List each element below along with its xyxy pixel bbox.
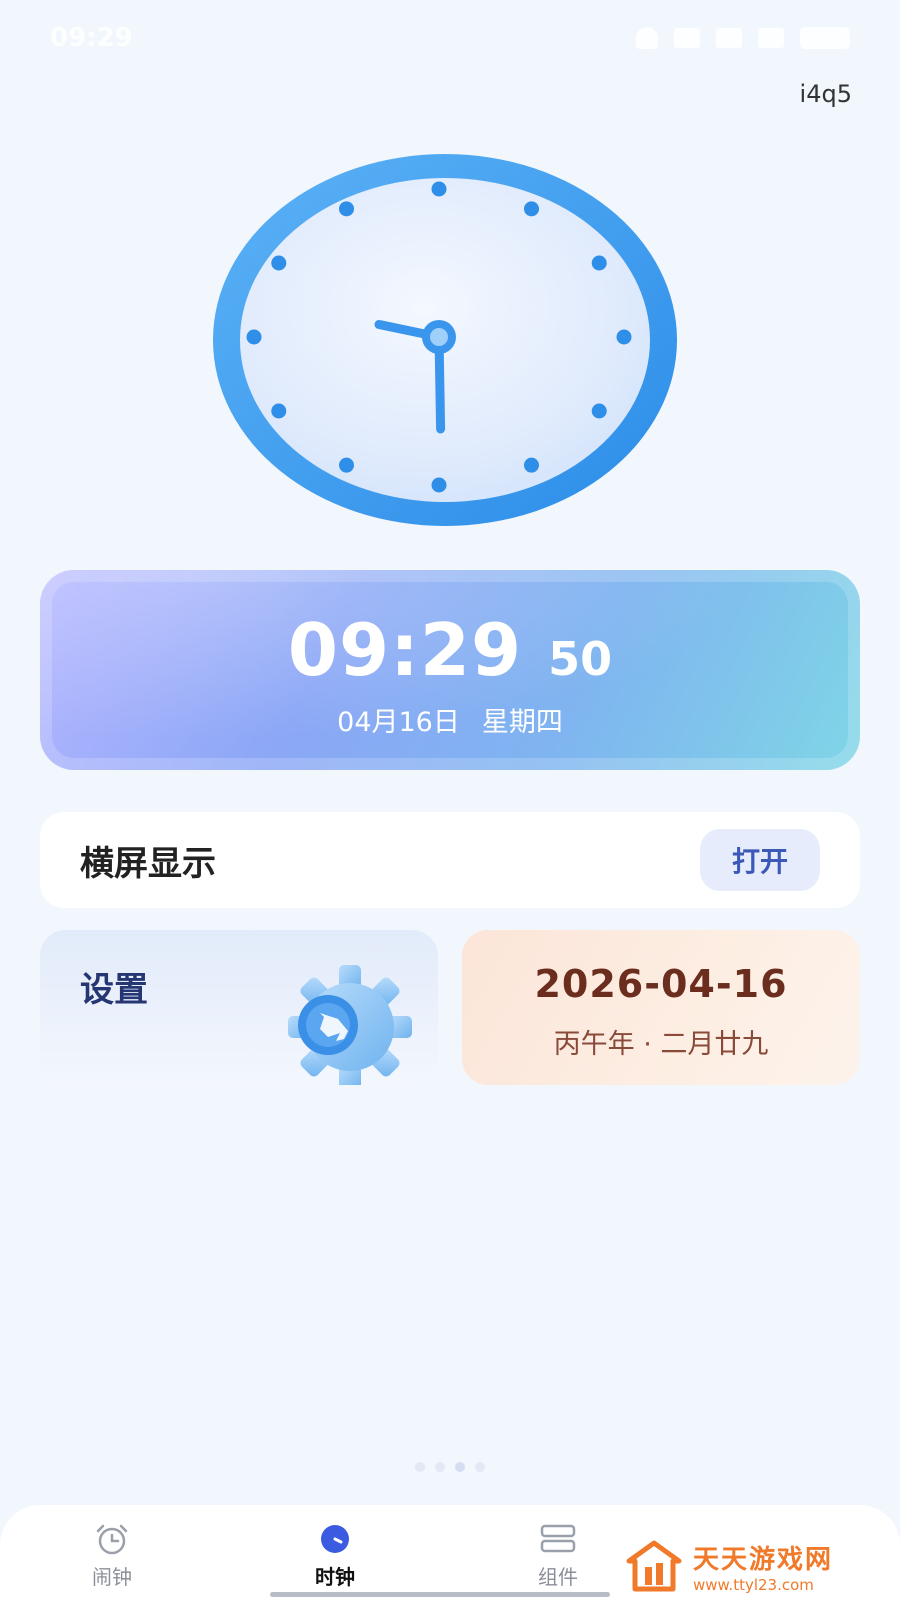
page-indicator xyxy=(0,1462,900,1472)
cellular-signal-icon xyxy=(716,28,742,48)
clock-icon xyxy=(315,1523,355,1555)
status-time: 09:29 xyxy=(50,23,133,53)
page-dot-active xyxy=(455,1462,465,1472)
landscape-display-row: 横屏显示 打开 xyxy=(40,812,860,908)
date-text: 04月16日 xyxy=(337,707,460,738)
battery-icon xyxy=(800,27,850,49)
settings-label: 设置 xyxy=(80,970,148,1010)
notification-icon xyxy=(636,27,658,49)
hour-marker xyxy=(524,457,539,473)
hour-marker xyxy=(616,329,632,345)
tab-clock-label: 时钟 xyxy=(315,1565,355,1589)
date-row: 04月16日 星期四 xyxy=(40,700,860,739)
tab-alarm[interactable]: 闹钟 xyxy=(52,1523,172,1593)
tab-widgets-label: 组件 xyxy=(538,1565,578,1589)
hour-marker xyxy=(591,255,607,271)
hour-marker xyxy=(271,255,287,271)
digital-time-row: 09:29 50 xyxy=(40,608,860,692)
landscape-display-label: 横屏显示 xyxy=(80,843,216,884)
calendar-card[interactable]: 2026-04-16 丙午年 · 二月廿九 xyxy=(462,930,860,1085)
home-indicator[interactable] xyxy=(270,1592,610,1597)
tab-widgets[interactable]: 组件 xyxy=(498,1523,618,1593)
calendar-date: 2026-04-16 xyxy=(534,962,788,1006)
alarm-clock-icon xyxy=(92,1523,132,1555)
digital-time: 09:29 xyxy=(287,608,523,692)
watermark-text: 天天游戏网 www.ttyl23.com xyxy=(693,1539,833,1594)
watermark: 天天游戏网 www.ttyl23.com xyxy=(625,1538,885,1594)
lunar-date: 丙午年 · 二月廿九 xyxy=(553,1029,769,1060)
tab-clock[interactable]: 时钟 xyxy=(275,1523,395,1593)
corner-label: i4q5 xyxy=(799,80,852,108)
page-dot xyxy=(415,1462,425,1472)
hour-marker xyxy=(431,181,447,197)
watermark-url: www.ttyl23.com xyxy=(693,1575,814,1594)
clock-center-dot xyxy=(430,328,448,346)
page-dot xyxy=(475,1462,485,1472)
tab-alarm-label: 闹钟 xyxy=(92,1565,132,1589)
status-icons xyxy=(636,27,850,49)
analog-clock-face xyxy=(213,154,677,526)
digital-seconds: 50 xyxy=(548,632,613,686)
weekday-text: 星期四 xyxy=(481,707,563,738)
analog-clock xyxy=(210,148,680,533)
status-bar: 09:29 xyxy=(0,0,900,76)
digital-time-card: 09:29 50 04月16日 星期四 xyxy=(40,570,860,770)
landscape-open-button[interactable]: 打开 xyxy=(700,829,820,891)
hour-marker xyxy=(431,477,447,493)
hour-marker xyxy=(271,403,287,419)
page-dot xyxy=(435,1462,445,1472)
watermark-logo-icon xyxy=(626,1540,682,1592)
hour-marker xyxy=(524,201,539,217)
hour-marker xyxy=(339,457,354,473)
widgets-icon xyxy=(538,1523,578,1555)
watermark-title: 天天游戏网 xyxy=(693,1544,834,1575)
wifi-icon xyxy=(758,28,784,48)
gear-wrench-icon xyxy=(288,965,412,1085)
hd-signal-icon xyxy=(674,28,700,48)
hour-marker xyxy=(246,329,262,345)
hour-marker xyxy=(591,403,607,419)
settings-card[interactable]: 设置 xyxy=(40,930,438,1085)
hour-marker xyxy=(339,201,354,217)
